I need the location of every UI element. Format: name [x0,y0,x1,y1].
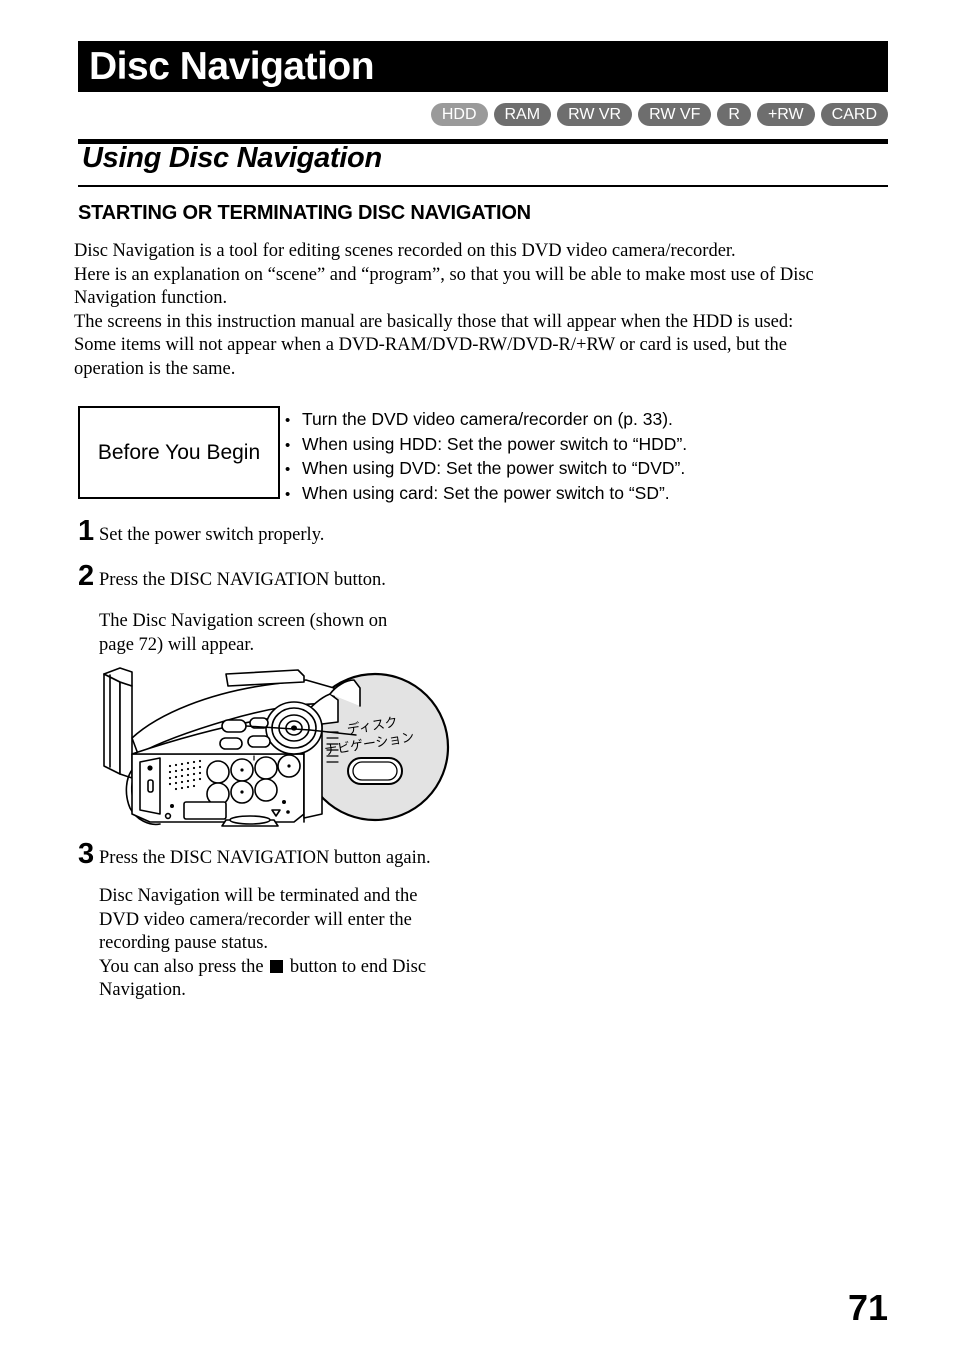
intro-line: Here is an explanation on “scene” and “p… [74,264,814,285]
step-2: 2 Press the DISC NAVIGATION button. [78,562,386,592]
section-rule-bottom [78,185,888,187]
step-number: 1 [78,515,95,547]
bullet-icon: • [285,485,291,503]
list-item: • Turn the DVD video camera/recorder on … [285,408,885,433]
media-badge-rw-vr: RW VR [557,103,633,126]
step-body-line: The Disc Navigation screen (shown on [99,611,388,631]
list-item: • When using DVD: Set the power switch t… [285,457,885,482]
step-body-line-with-glyph: You can also press the button to end Dis… [99,956,426,980]
intro-line: Navigation function. [74,288,228,309]
page-number: 71 [847,1287,888,1328]
step-1: 1 Set the power switch properly. [78,517,324,547]
intro-line: operation is the same. [74,358,236,379]
media-badge-r: R [717,103,751,126]
bullet-icon: • [285,412,291,429]
step-number: 2 [78,560,95,592]
media-badge-plus-rw: +RW [756,103,815,126]
step-body-line: recording pause status. [99,933,269,953]
media-badge-rw-vf: RW VF [638,103,712,126]
disc-navigation-button-on-body [221,719,247,733]
intro-line: Disc Navigation is a tool for editing sc… [74,241,736,261]
media-badge-row: HDD RAM RW VR RW VF R +RW CARD [78,103,888,126]
list-item-label: Turn the DVD video camera/recorder on (p… [302,409,673,429]
step-body-line: Navigation. [99,980,186,1000]
intro-line: The screens in this instruction manual a… [74,311,794,332]
subsection-title: STARTING OR TERMINATING DISC NAVIGATION [78,202,531,224]
step-body-line: Disc Navigation will be terminated and t… [99,886,418,906]
before-you-begin-label: Before You Begin [97,441,261,464]
before-you-begin-list: • Turn the DVD video camera/recorder on … [285,408,885,506]
bullet-icon: • [285,461,291,478]
list-item-label: When using HDD: Set the power switch to … [302,433,688,454]
list-item: • When using card: Set the power switch … [285,482,885,507]
media-badge-hdd: HDD [430,103,488,126]
chapter-title: Disc Navigation [89,45,375,88]
step-body-line: page 72) will appear. [99,634,255,655]
bullet-icon: • [285,436,291,454]
step-2-body: The Disc Navigation screen (shown on pag… [99,610,387,657]
step-text: Press the DISC NAVIGATION button again. [99,848,431,868]
media-badge-ram: RAM [493,103,552,126]
step-3: 3 Press the DISC NAVIGATION button again… [78,840,431,870]
step-number: 3 [78,838,95,870]
step-text: Set the power switch properly. [99,525,325,545]
camcorder-illustration: ディスク ナビゲーション [98,662,463,842]
step-3-body: Disc Navigation will be terminated and t… [99,885,426,1003]
stop-button-icon [270,959,284,973]
step-text: Press the DISC NAVIGATION button. [99,570,386,590]
intro-paragraph: Disc Navigation is a tool for editing sc… [74,240,890,382]
step-body-line: DVD video camera/recorder will enter the [99,909,412,930]
chapter-title-bar: Disc Navigation [78,41,888,92]
list-item-label: When using DVD: Set the power switch to … [302,458,686,478]
list-item-label: When using card: Set the power switch to… [302,482,670,503]
step-body-text-pre: You can also press the [99,956,269,977]
manual-page: Disc Navigation HDD RAM RW VR RW VF R +R… [0,0,954,1352]
intro-line: Some items will not appear when a DVD-RA… [74,335,787,356]
list-item: • When using HDD: Set the power switch t… [285,433,885,458]
section-title: Using Disc Navigation [82,142,382,174]
step-body-text-post: button to end Disc [285,956,427,977]
before-you-begin-box: Before You Begin [78,406,280,499]
media-badge-card: CARD [820,103,888,126]
